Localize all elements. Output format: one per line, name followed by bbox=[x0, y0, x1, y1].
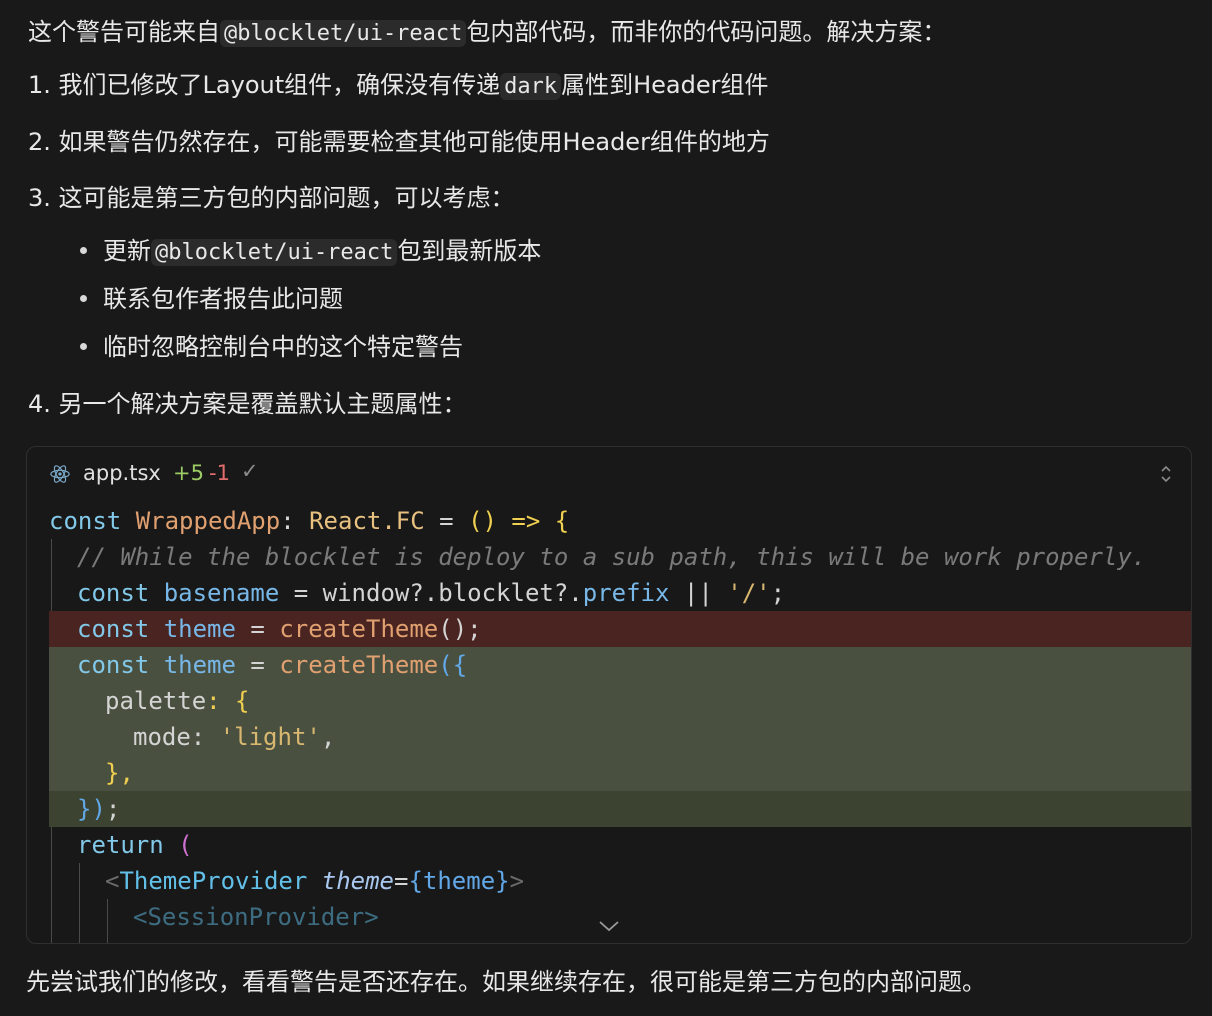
code-line-added: const theme = createTheme({ bbox=[49, 647, 1191, 683]
step-3-text: 这可能是第三方包的内部问题，可以考虑： bbox=[58, 184, 515, 212]
bullet-prefix: 更新 bbox=[103, 237, 151, 265]
step-2: 2. 如果警告仍然存在，可能需要检查其他可能使用Header组件的地方 bbox=[28, 125, 770, 159]
bullet-dot bbox=[80, 294, 87, 302]
intro-text: 这个警告可能来自 @blocklet/ui-react 包内部代码，而非你的代码问题… bbox=[28, 15, 946, 51]
code-line-added: mode: 'light', bbox=[49, 719, 1191, 755]
inline-code-dark: dark bbox=[500, 73, 562, 100]
code-line-added: }); bbox=[49, 791, 1191, 827]
expand-collapse-icon[interactable] bbox=[1159, 461, 1173, 487]
code-block-header[interactable]: app.tsx +5 -1 ✓ bbox=[27, 447, 1191, 503]
step-number: 1. bbox=[28, 71, 51, 99]
step-4: 4. 另一个解决方案是覆盖默认主题属性： bbox=[28, 387, 467, 421]
step-4-text: 另一个解决方案是覆盖默认主题属性： bbox=[58, 390, 467, 418]
bullet-dot bbox=[80, 342, 87, 350]
code-line: const basename = window?.blocklet?.prefi… bbox=[77, 579, 786, 607]
bullet-item: 更新 @blocklet/ui-react 包到最新版本 bbox=[80, 234, 541, 270]
step-2-text: 如果警告仍然存在，可能需要检查其他可能使用Header组件的地方 bbox=[58, 128, 770, 156]
code-line-added: }, bbox=[49, 755, 1191, 791]
code-line-added: palette: { bbox=[49, 683, 1191, 719]
bullet-item: 临时忽略控制台中的这个特定警告 bbox=[80, 330, 463, 364]
bullet-text: 联系包作者报告此问题 bbox=[103, 285, 343, 313]
indent-guide bbox=[79, 863, 80, 943]
step-1: 1. 我们已修改了Layout组件，确保没有传递 dark 属性到Header组件 bbox=[28, 68, 769, 104]
bullet-item: 联系包作者报告此问题 bbox=[80, 282, 343, 316]
code-line: <ThemeProvider theme={theme}> bbox=[105, 867, 525, 895]
step-1-prefix: 我们已修改了Layout组件，确保没有传递 bbox=[58, 71, 501, 99]
code-line: return ( bbox=[77, 831, 193, 859]
step-number: 2. bbox=[28, 128, 51, 156]
file-name[interactable]: app.tsx bbox=[83, 461, 161, 485]
lines-added-count: +5 bbox=[173, 461, 204, 485]
code-line: const WrappedApp: React.FC = () => { bbox=[49, 507, 570, 535]
intro-prefix: 这个警告可能来自 bbox=[28, 18, 220, 46]
closing-text: 先尝试我们的修改，看看警告是否还存在。如果继续存在，很可能是第三方包的内部问题。 bbox=[26, 968, 986, 996]
chevron-down-icon[interactable] bbox=[596, 918, 622, 934]
react-icon bbox=[50, 465, 70, 483]
step-number: 3. bbox=[28, 184, 51, 212]
lines-removed-count: -1 bbox=[209, 461, 230, 485]
bullet-suffix: 包到最新版本 bbox=[397, 237, 542, 265]
inline-code-package: @blocklet/ui-react bbox=[151, 239, 398, 266]
step-number: 4. bbox=[28, 390, 51, 418]
bullet-text: 临时忽略控制台中的这个特定警告 bbox=[103, 333, 463, 361]
check-icon: ✓ bbox=[241, 459, 259, 483]
indent-guide bbox=[107, 899, 108, 943]
code-diff-block: app.tsx +5 -1 ✓ const WrappedApp: React.… bbox=[26, 446, 1192, 944]
step-3: 3. 这可能是第三方包的内部问题，可以考虑： bbox=[28, 181, 515, 215]
code-line-removed: const theme = createTheme(); bbox=[49, 611, 1191, 647]
inline-code-package: @blocklet/ui-react bbox=[220, 20, 467, 47]
code-line: // While the blocklet is deploy to a sub… bbox=[77, 543, 1147, 571]
intro-suffix: 包内部代码，而非你的代码问题。解决方案： bbox=[466, 18, 947, 46]
bullet-dot bbox=[80, 246, 87, 254]
code-line: <SessionProvider> bbox=[133, 903, 379, 931]
step-1-suffix: 属性到Header组件 bbox=[561, 71, 769, 99]
code-body[interactable]: const WrappedApp: React.FC = () => { // … bbox=[27, 503, 1191, 943]
